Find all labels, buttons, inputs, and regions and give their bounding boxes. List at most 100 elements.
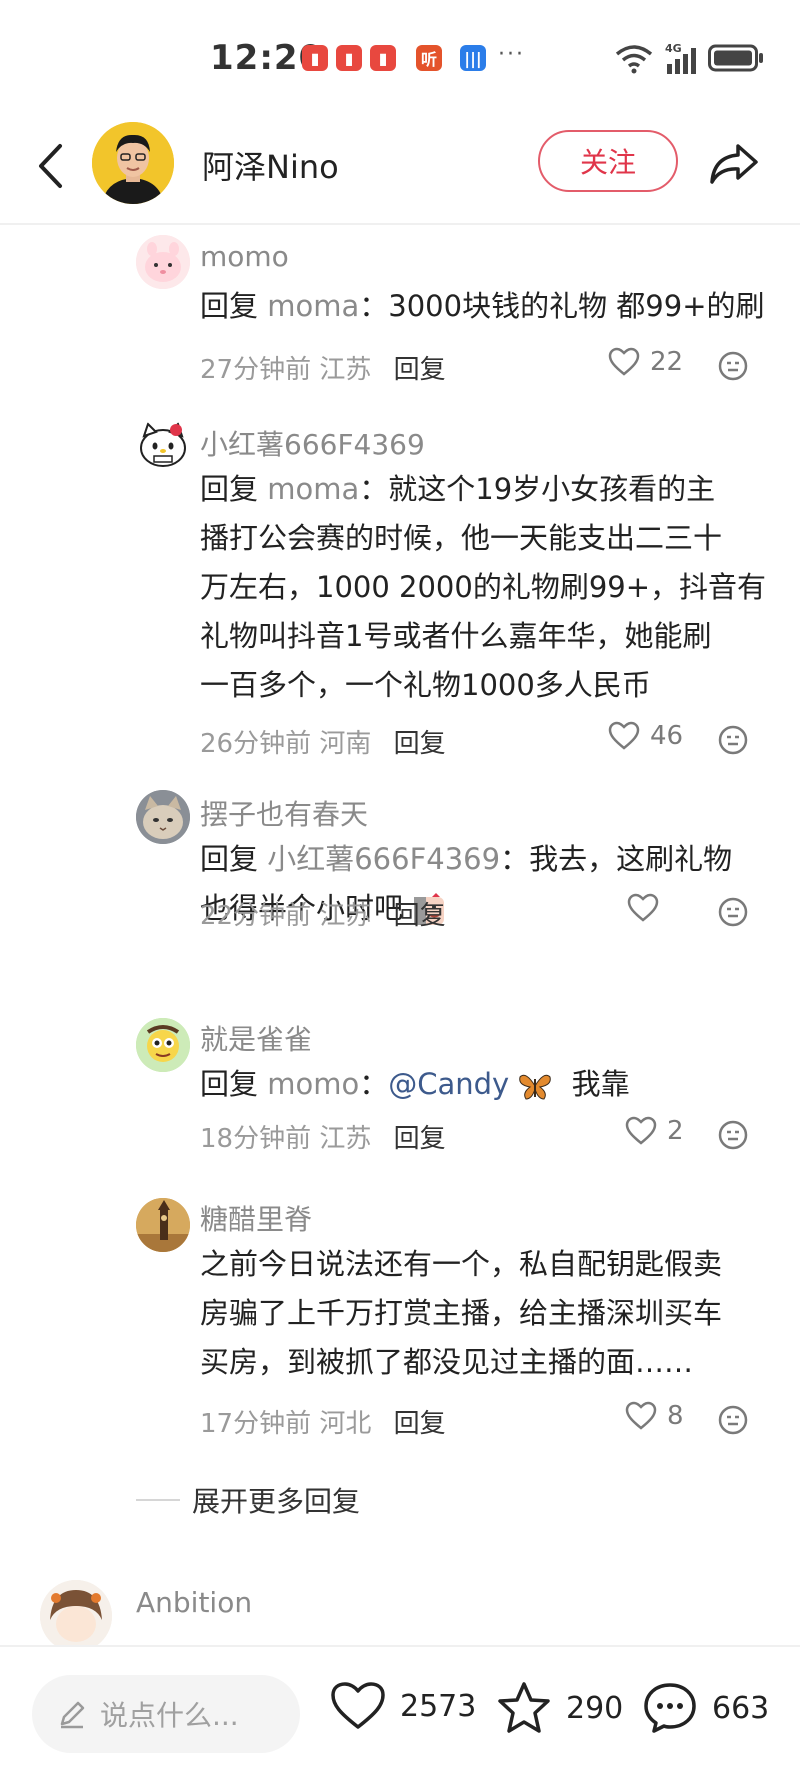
like-count: 22: [650, 347, 684, 377]
reply-target-name[interactable]: moma: [267, 289, 359, 323]
comment-text-line: 万左右，1000 2000的礼物刷99+，抖音有: [200, 570, 767, 604]
comment-author-name[interactable]: momo: [200, 240, 289, 273]
hello-kitty-avatar-image: [136, 418, 190, 472]
comments-button[interactable]: 663: [642, 1681, 769, 1735]
back-button[interactable]: [30, 136, 70, 196]
comment-text-line: 就这个19岁小女孩看的主: [388, 472, 716, 506]
cartoon-character-avatar-image: [136, 1018, 190, 1072]
comment-text-first-line: 回复 小红薯666F4369：我去，这刷礼物: [200, 835, 732, 884]
book-app-icon: ▮: [302, 45, 328, 71]
reply-button[interactable]: 回复: [394, 1124, 446, 1154]
comment-time: 22分钟前: [200, 901, 312, 931]
comment-input[interactable]: 说点什么...: [32, 1675, 300, 1753]
voice-app-icon: |||: [460, 45, 486, 71]
emoji-reaction-icon[interactable]: [718, 351, 748, 381]
heart-icon: [627, 893, 659, 922]
share-arrow-icon: [710, 144, 758, 184]
author-avatar[interactable]: [92, 122, 174, 204]
reply-target-name[interactable]: momo: [267, 1067, 359, 1101]
reply-prefix: 回复: [200, 472, 259, 506]
emoji-reaction-icon[interactable]: [718, 1405, 748, 1435]
comment-time: 18分钟前: [200, 1124, 312, 1154]
comment-input-placeholder: 说点什么...: [100, 1699, 239, 1732]
comment-author-name[interactable]: 摆子也有春天: [200, 793, 368, 833]
comment-author-name[interactable]: Anbition: [136, 1586, 252, 1619]
follow-button[interactable]: 关注: [538, 130, 678, 192]
post-comment-count: 663: [712, 1690, 770, 1726]
comment-meta: 18分钟前 江苏 回复: [200, 1118, 446, 1155]
comment-meta: 26分钟前 河南 回复: [200, 723, 446, 760]
comment-meta: 22分钟前 江苏 回复: [200, 895, 446, 932]
comment-text-line: 之前今日说法还有一个，私自配钥匙假卖: [200, 1247, 723, 1281]
comment-text-line: 我去，这刷礼物: [529, 842, 733, 876]
bottom-action-bar: 说点什么... 2573 290 663: [0, 1645, 800, 1778]
comment-author-name[interactable]: 糖醋里脊: [200, 1198, 312, 1238]
comment-time: 27分钟前: [200, 355, 312, 385]
reply-prefix: 回复: [200, 289, 259, 323]
comment-time: 26分钟前: [200, 729, 312, 759]
person-avatar-image: [92, 122, 174, 204]
pink-character-avatar-image: [136, 235, 190, 289]
comment-text: 之前今日说法还有一个，私自配钥匙假卖 房骗了上千万打赏主播，给主播深圳买车 买房…: [200, 1240, 722, 1387]
comment-like-button[interactable]: 22: [608, 347, 683, 377]
expand-more-replies-label: 展开更多回复: [192, 1485, 361, 1518]
like-post-button[interactable]: 2573: [330, 1681, 476, 1731]
book-app-icon: ▮: [370, 45, 396, 71]
wifi-icon: [615, 45, 653, 74]
star-icon: [498, 1682, 550, 1733]
comment-location: 江苏: [319, 1124, 372, 1154]
heart-icon: [625, 1401, 657, 1430]
author-header: 阿泽Nino 关注: [0, 110, 800, 225]
reply-target-name[interactable]: 小红薯666F4369: [267, 842, 500, 876]
book-app-icon: ▮: [336, 45, 362, 71]
comment-like-button[interactable]: 46: [608, 721, 683, 751]
comment-bubble-icon: [644, 1683, 696, 1733]
mention-link[interactable]: @Candy: [388, 1067, 509, 1101]
comment-text-line: 一百多个，一个礼物1000多人民币: [200, 668, 651, 702]
emoji-reaction-icon[interactable]: [718, 725, 748, 755]
comment-text: 回复 momo：@Candy 我靠: [200, 1060, 630, 1109]
comment-meta: 17分钟前 河北 回复: [200, 1403, 446, 1440]
share-button[interactable]: [708, 140, 760, 188]
user-avatar[interactable]: [136, 418, 190, 472]
reply-comment: 糖醋里脊 之前今日说法还有一个，私自配钥匙假卖 房骗了上千万打赏主播，给主播深圳…: [0, 1170, 800, 1460]
reply-button[interactable]: 回复: [394, 1409, 446, 1439]
svg-text:4G: 4G: [665, 42, 682, 55]
reply-button[interactable]: 回复: [394, 901, 446, 931]
reply-comment: 就是雀雀 回复 momo：@Candy 我靠 18分钟前 江苏 回复 2: [0, 990, 800, 1170]
comment-like-button[interactable]: 8: [625, 1401, 684, 1431]
emoji-reaction-icon[interactable]: [718, 1120, 748, 1150]
comment-text-line: 我靠: [571, 1067, 630, 1101]
reply-comment: momo 回复 moma：3000块钱的礼物 都99+的刷 27分钟前 江苏 回…: [0, 225, 800, 395]
like-count: 46: [650, 721, 684, 751]
comment-text: 回复 moma：3000块钱的礼物 都99+的刷: [200, 282, 765, 331]
comment-text: 回复 moma：就这个19岁小女孩看的主 播打公会赛的时候，他一天能支出二三十 …: [200, 465, 766, 710]
comment-text-first-line: 回复 moma：就这个19岁小女孩看的主: [200, 465, 766, 514]
post-like-count: 2573: [400, 1688, 477, 1724]
comment-text-line: 播打公会赛的时候，他一天能支出二三十: [200, 521, 723, 555]
butterfly-emoji-icon: [519, 1074, 552, 1100]
cat-avatar-image: [136, 790, 190, 844]
comment-text-line: 3000块钱的礼物 都99+的刷: [388, 289, 765, 323]
emoji-reaction-icon[interactable]: [718, 897, 748, 927]
reply-target-name[interactable]: moma: [267, 472, 359, 506]
user-avatar[interactable]: [40, 1580, 112, 1645]
reply-button[interactable]: 回复: [394, 355, 446, 385]
reply-prefix: 回复: [200, 1067, 259, 1101]
user-avatar[interactable]: [136, 1198, 190, 1252]
comment-author-name[interactable]: 就是雀雀: [200, 1018, 312, 1058]
heart-icon: [608, 721, 640, 750]
comment-location: 河北: [319, 1409, 372, 1439]
user-avatar[interactable]: [136, 235, 190, 289]
author-name[interactable]: 阿泽Nino: [202, 142, 339, 188]
comment-like-button[interactable]: [627, 893, 669, 923]
comment-author-name[interactable]: 小红薯666F4369: [200, 423, 425, 463]
reply-button[interactable]: 回复: [394, 729, 446, 759]
user-avatar[interactable]: [136, 790, 190, 844]
post-star-count: 290: [566, 1690, 624, 1726]
comment-like-button[interactable]: 2: [625, 1116, 684, 1146]
user-avatar[interactable]: [136, 1018, 190, 1072]
like-count: 8: [667, 1401, 684, 1431]
favorite-post-button[interactable]: 290: [496, 1681, 623, 1735]
expand-more-replies-button[interactable]: 展开更多回复: [136, 1480, 360, 1520]
